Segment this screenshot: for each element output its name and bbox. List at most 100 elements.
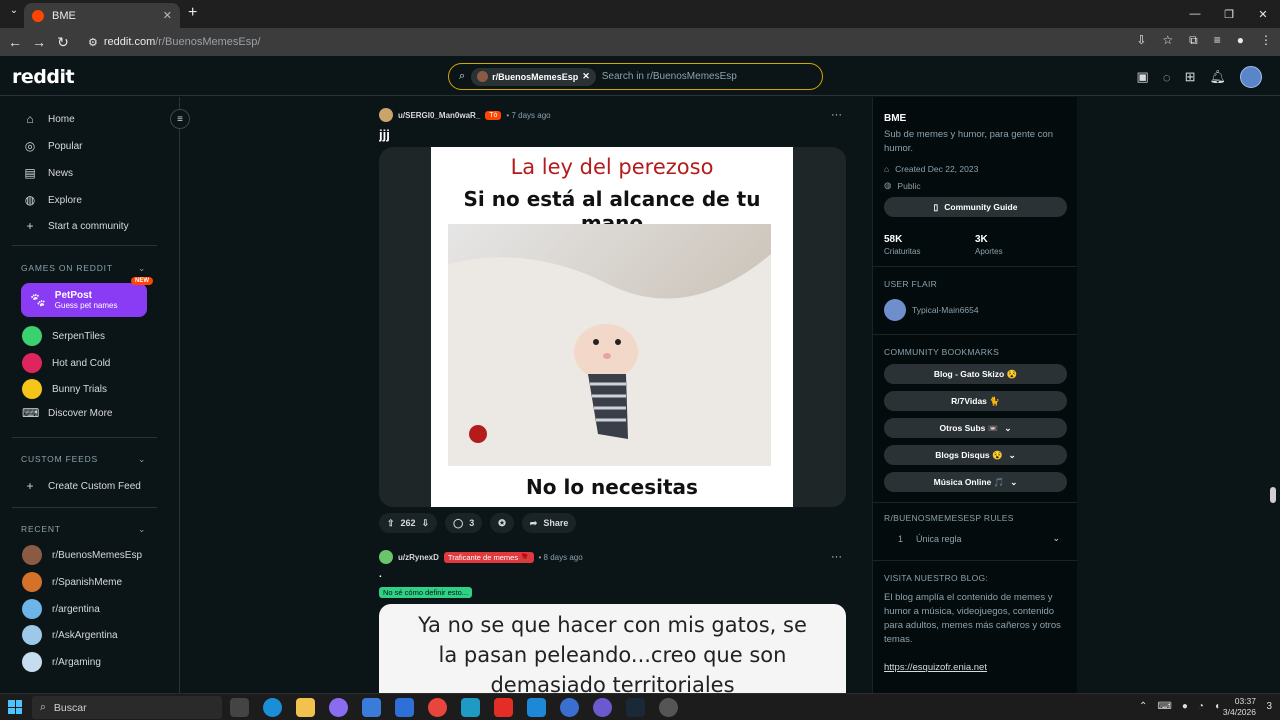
user-avatar[interactable]	[1240, 66, 1262, 88]
community-guide-button[interactable]: ▯ Community Guide	[884, 197, 1067, 217]
search-input[interactable]: Search in r/BuenosMemesEsp	[602, 71, 737, 82]
sidebar-item-home[interactable]: ⌂ Home	[22, 112, 74, 126]
meme-image[interactable]: Ya no se que hacer con mis gatos, se la …	[379, 604, 846, 693]
youtube-icon[interactable]	[494, 698, 513, 717]
blog-link[interactable]: https://esquizofr.enia.net	[884, 662, 987, 673]
post-author[interactable]: u/SERGI0_Man0waR_	[398, 111, 480, 120]
recent-section-header[interactable]: RECENT ⌄	[21, 524, 146, 535]
back-icon[interactable]: ←	[3, 34, 27, 50]
store-icon[interactable]	[362, 698, 381, 717]
tab-search-chevron-icon[interactable]: ⌄	[6, 5, 22, 21]
tray-chevron-icon[interactable]: ⌃	[1139, 701, 1147, 712]
notifications-bell-icon[interactable]: 🔔︎	[1209, 69, 1226, 85]
games-section-header[interactable]: GAMES ON REDDIT ⌄	[21, 263, 146, 274]
recent-item[interactable]: r/argentina	[22, 599, 100, 619]
user-avatar[interactable]	[379, 108, 393, 122]
media-icon[interactable]: ≡	[1214, 33, 1221, 48]
post-author[interactable]: u/zRynexD	[398, 553, 439, 562]
browser-tab-active[interactable]: BME ✕	[24, 3, 180, 28]
notification-center-icon[interactable]: 3	[1266, 701, 1272, 712]
collapse-sidebar-button[interactable]: ≡	[170, 109, 190, 129]
post-media[interactable]: La ley del perezoso Si no está al alcanc…	[379, 147, 846, 507]
recent-item[interactable]: r/SpanishMeme	[22, 572, 122, 592]
recent-item[interactable]: r/Argaming	[22, 652, 101, 672]
task-view-icon[interactable]	[230, 698, 249, 717]
bookmark-button[interactable]: R/7Vidas 🐈	[884, 391, 1067, 411]
taskbar-clock[interactable]: 03:37 3/4/2026	[1223, 696, 1256, 718]
downvote-icon[interactable]: ⇩	[422, 518, 430, 529]
file-explorer-icon[interactable]	[296, 698, 315, 717]
sidebar-item-explore[interactable]: ◍ Explore	[22, 193, 82, 207]
site-info-icon[interactable]: ⚙	[88, 36, 98, 49]
taskbar-search[interactable]: ⌕ Buscar	[32, 696, 222, 719]
firefox-icon[interactable]	[560, 698, 579, 717]
sidebar-item-news[interactable]: ▤ News	[22, 166, 73, 180]
post-card[interactable]: u/zRynexD Traficante de memes 🌹 • 8 days…	[379, 547, 846, 693]
post-card[interactable]: u/SERGI0_Man0waR_ Tó • 7 days ago ··· jj…	[379, 105, 846, 533]
bookmark-button[interactable]: Blogs Disqus 😵 ⌄	[884, 445, 1067, 465]
post-flair-tag[interactable]: No sé cómo definir esto...	[379, 587, 473, 598]
network-icon[interactable]: ◔	[1198, 701, 1204, 712]
forward-icon[interactable]: →	[27, 34, 51, 50]
create-post-icon[interactable]: ⊞	[1185, 69, 1196, 85]
create-custom-feed[interactable]: + Create Custom Feed	[22, 479, 140, 493]
url-field[interactable]: ⚙ reddit.com/r/BuenosMemesEsp/	[78, 31, 1158, 53]
app-icon[interactable]	[461, 698, 480, 717]
reddit-logo[interactable]: reddit	[12, 66, 75, 88]
petpost-game-card[interactable]: 🐾︎ PetPost Guess pet names NEW	[21, 277, 153, 317]
minimize-icon[interactable]: —	[1178, 0, 1212, 28]
discord-icon[interactable]	[593, 698, 612, 717]
custom-feeds-section-header[interactable]: CUSTOM FEEDS ⌄	[21, 454, 146, 465]
bookmark-button[interactable]: Música Online 🎵 ⌄	[884, 472, 1067, 492]
reload-icon[interactable]: ↻	[51, 34, 75, 51]
recent-item[interactable]: r/AskArgentina	[22, 625, 118, 645]
upvote-icon[interactable]: ⇧	[387, 518, 395, 529]
sidebar-item-discover-more[interactable]: ⌨ Discover More	[22, 406, 112, 420]
award-button[interactable]: ✪	[490, 513, 514, 533]
vscode-icon[interactable]	[527, 698, 546, 717]
chat-icon[interactable]: ◌	[1163, 70, 1171, 85]
sidebar-item-bunny-trials[interactable]: Bunny Trials	[22, 379, 107, 399]
microphone-icon[interactable]: ●	[1182, 701, 1188, 712]
share-button[interactable]: ➦ Share	[521, 513, 577, 533]
subreddit-search-chip[interactable]: r/BuenosMemesEsp ✕	[471, 67, 596, 86]
profile-icon[interactable]: ●	[1237, 33, 1244, 48]
page-scrollbar-thumb[interactable]	[1270, 487, 1276, 503]
volume-icon[interactable]: ◖	[1214, 701, 1220, 712]
more-options-icon[interactable]: ···	[831, 551, 842, 563]
steam-icon[interactable]	[626, 698, 645, 717]
bookmark-button[interactable]: Otros Subs 📼 ⌄	[884, 418, 1067, 438]
copilot-icon[interactable]	[329, 698, 348, 717]
close-tab-icon[interactable]: ✕	[163, 9, 172, 22]
ads-icon[interactable]: ▣	[1137, 69, 1149, 85]
sidebar-item-serpentiles[interactable]: SerpenTiles	[22, 326, 105, 346]
rule-item[interactable]: 1 Única regla ⌄	[884, 533, 1066, 544]
recent-item[interactable]: r/BuenosMemesEsp	[22, 545, 142, 565]
chip-close-icon[interactable]: ✕	[582, 71, 590, 82]
app-icon[interactable]	[659, 698, 678, 717]
bookmark-button[interactable]: Blog - Gato Skizo 😵	[884, 364, 1067, 384]
close-window-icon[interactable]: ✕	[1246, 0, 1280, 28]
chrome-icon[interactable]	[428, 698, 447, 717]
new-tab-icon[interactable]: +	[188, 4, 197, 22]
more-options-icon[interactable]: ···	[831, 109, 842, 121]
sidebar-item-popular[interactable]: ◎ Popular	[22, 139, 83, 153]
post-title[interactable]: jjj	[379, 127, 846, 145]
user-flair-preview[interactable]: Typical-Main6654	[884, 299, 1066, 321]
post-title[interactable]: .	[379, 569, 846, 581]
restore-icon[interactable]: ❐	[1212, 0, 1246, 28]
comments-button[interactable]: ◯ 3	[445, 513, 483, 533]
chrome-menu-icon[interactable]: ⋮	[1260, 33, 1272, 48]
bookmark-star-icon[interactable]: ☆	[1162, 33, 1173, 48]
search-bar[interactable]: ⌕ r/BuenosMemesEsp ✕ Search in r/BuenosM…	[448, 63, 823, 90]
windows-start-icon[interactable]	[8, 700, 22, 714]
user-avatar[interactable]	[379, 550, 393, 564]
sidebar-item-start-community[interactable]: + Start a community	[22, 219, 128, 233]
vote-button[interactable]: ⇧ 262 ⇩	[379, 513, 438, 533]
edge-icon[interactable]	[263, 698, 282, 717]
install-app-icon[interactable]: ⇩	[1136, 33, 1146, 48]
sidebar-item-hot-and-cold[interactable]: Hot and Cold	[22, 353, 110, 373]
keyboard-icon[interactable]: ⌨	[1157, 701, 1171, 712]
extensions-icon[interactable]: ⧉	[1189, 33, 1198, 48]
mail-icon[interactable]	[395, 698, 414, 717]
